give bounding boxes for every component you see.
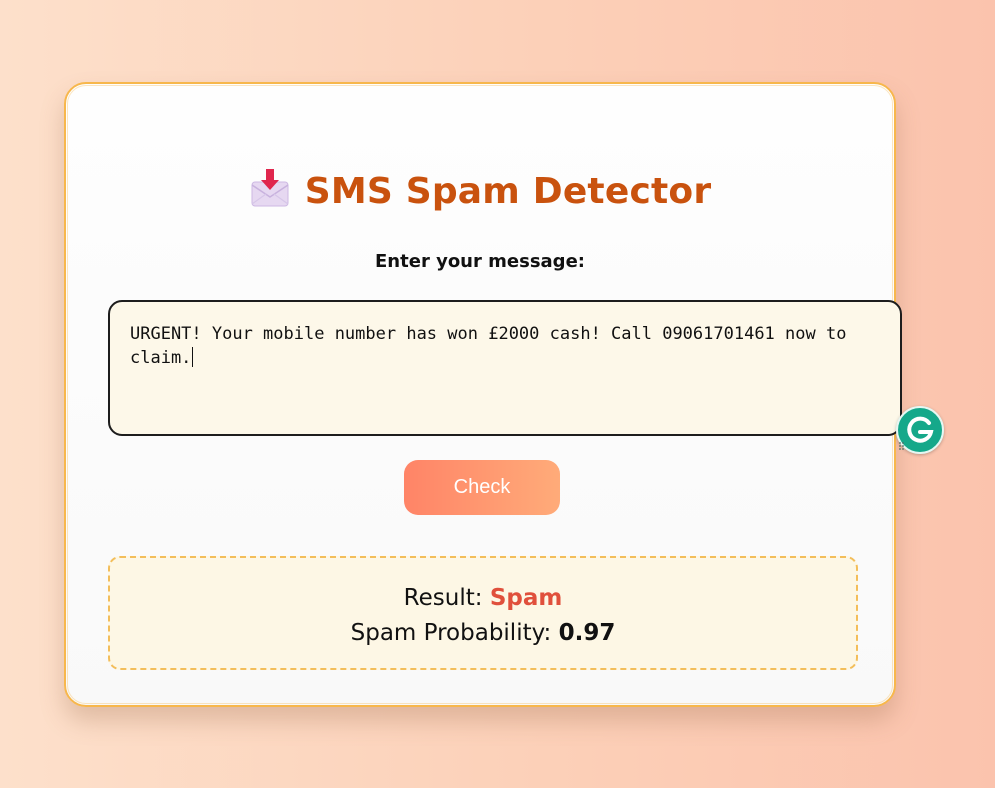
page-title: SMS Spam Detector <box>66 167 894 212</box>
message-label: Enter your message: <box>375 251 585 272</box>
result-value: Spam <box>489 585 563 611</box>
result-line: Result: Spam <box>110 581 856 616</box>
text-caret <box>192 347 194 367</box>
message-textarea[interactable]: URGENT! Your mobile number has won £2000… <box>108 300 902 436</box>
check-button[interactable]: Check <box>404 460 560 515</box>
probability-value: 0.97 <box>558 620 616 646</box>
result-label: Result: <box>403 585 483 611</box>
result-panel: Result: Spam Spam Probability: 0.97 <box>108 556 858 670</box>
inbox-tray-icon <box>249 167 291 209</box>
detector-card: SMS Spam Detector Enter your message: UR… <box>64 82 902 707</box>
app-title: SMS Spam Detector <box>304 170 712 212</box>
drag-handle-icon[interactable] <box>898 441 906 453</box>
probability-line: Spam Probability: 0.97 <box>110 616 856 651</box>
probability-label: Spam Probability: <box>350 620 552 646</box>
message-text: URGENT! Your mobile number has won £2000… <box>130 324 847 368</box>
